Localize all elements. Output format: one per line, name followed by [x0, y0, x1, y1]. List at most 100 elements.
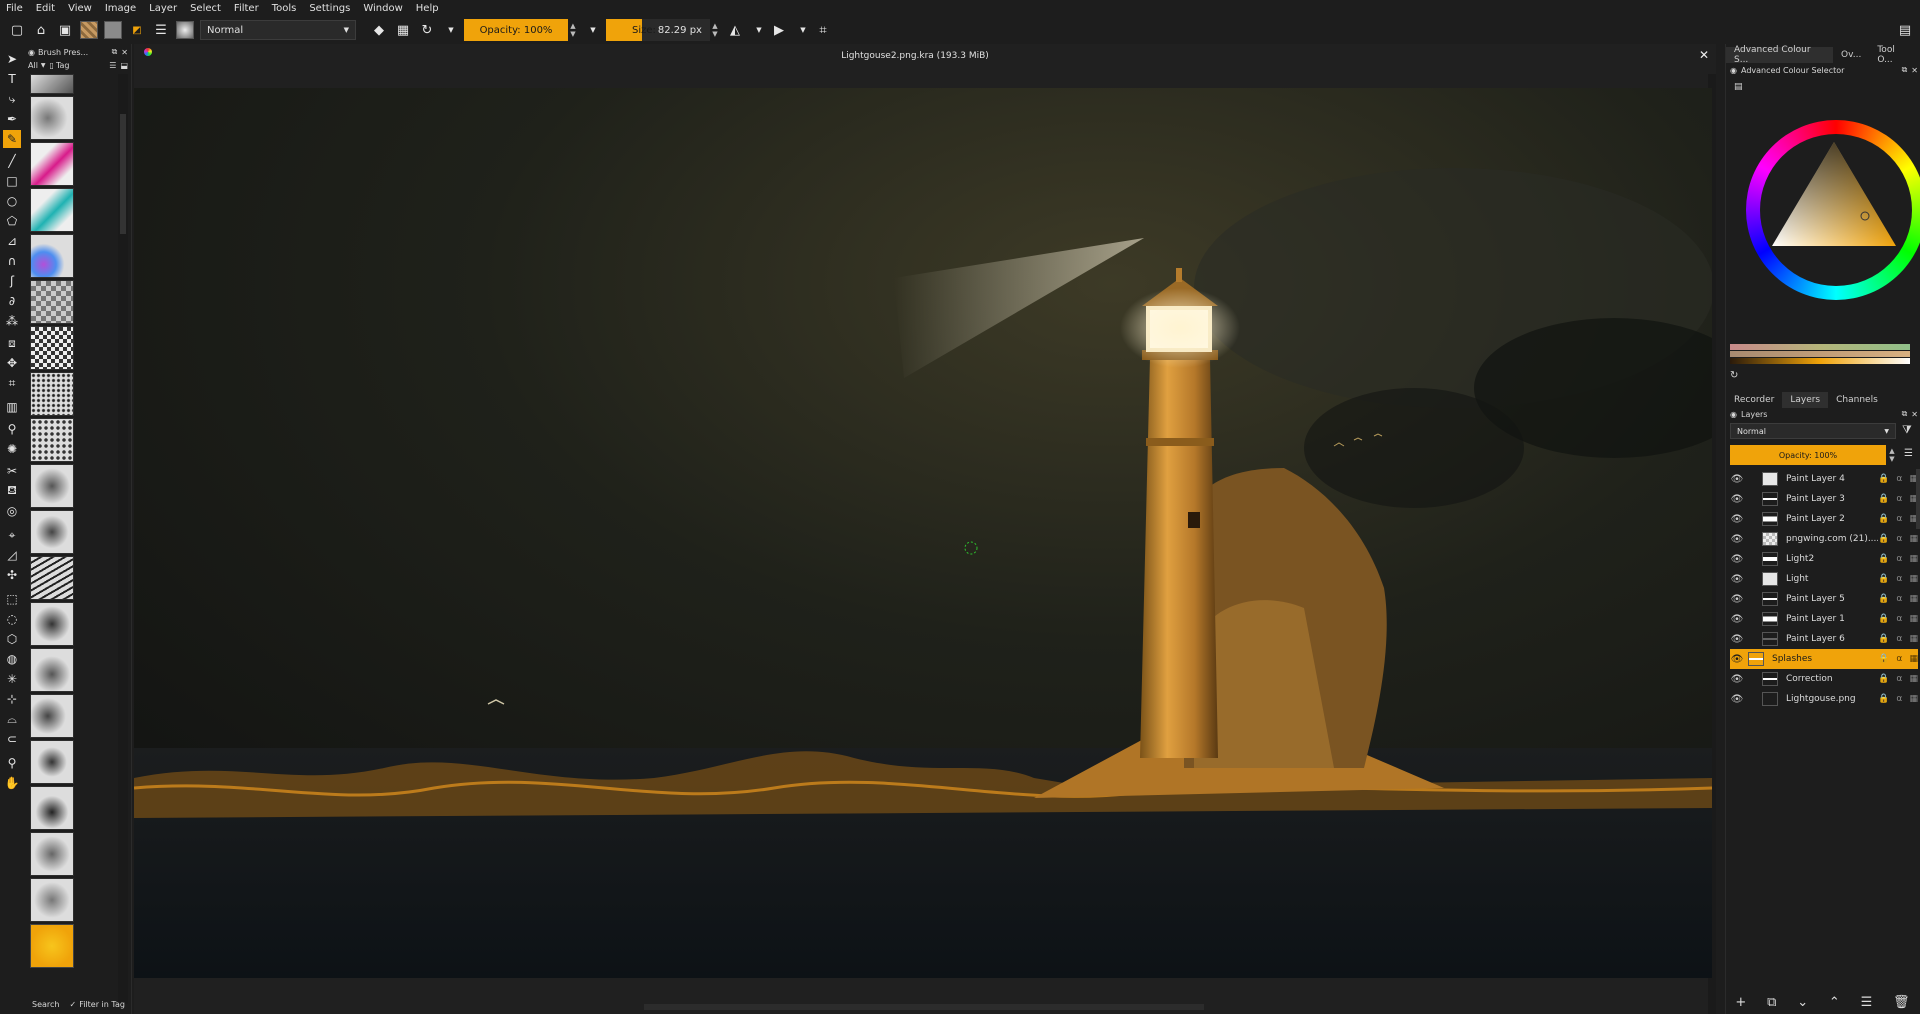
- outline-select-tool-icon[interactable]: ◍: [3, 650, 21, 668]
- layer-flags[interactable]: 🔒 α ▦: [1878, 574, 1918, 584]
- rectangle-tool-icon[interactable]: □: [3, 172, 21, 190]
- text-tool-icon[interactable]: T: [3, 70, 21, 88]
- layer-row[interactable]: 👁 Lightgouse.png 🔒 α ▦: [1730, 689, 1918, 709]
- eye-icon[interactable]: 👁: [1730, 594, 1744, 605]
- horizontal-scrollbar[interactable]: [644, 1004, 1204, 1010]
- layer-flags[interactable]: 🔒 α ▦: [1878, 554, 1918, 564]
- brush-preset-item[interactable]: [30, 142, 74, 186]
- delete-layer-icon[interactable]: 🗑: [1893, 995, 1910, 1010]
- opacity-spinner[interactable]: ▲ ▼: [568, 19, 578, 41]
- rect-select-tool-icon[interactable]: ⬚: [3, 590, 21, 608]
- brush-preset-item[interactable]: [30, 418, 74, 462]
- brush-preset-list[interactable]: [30, 74, 74, 1004]
- enclose-fill-tool-icon[interactable]: ◎: [3, 502, 21, 520]
- brush-preset-item[interactable]: [30, 464, 74, 508]
- tab-layers[interactable]: Layers: [1782, 392, 1829, 408]
- layer-flags[interactable]: 🔒 α ▦: [1878, 694, 1918, 704]
- eye-icon[interactable]: 👁: [1730, 474, 1744, 485]
- move-layer-down-icon[interactable]: ⌄: [1797, 995, 1808, 1010]
- tab-advanced-colour-selector[interactable]: Advanced Colour S...: [1726, 45, 1834, 65]
- opacity-field[interactable]: Opacity: 100%: [464, 19, 568, 41]
- size-field[interactable]: Size: 82.29 px: [606, 19, 710, 41]
- layer-flags[interactable]: 🔒 α ▦: [1878, 634, 1918, 644]
- close-icon[interactable]: ✕: [1699, 48, 1709, 62]
- brush-preset-item[interactable]: [30, 878, 74, 922]
- bezier-select-tool-icon[interactable]: ⌓: [3, 710, 21, 728]
- layer-row[interactable]: 👁 Correction 🔒 α ▦: [1730, 669, 1918, 689]
- open-document-icon[interactable]: ⌂: [32, 21, 50, 39]
- wrap-around-icon[interactable]: ⌗: [814, 21, 832, 39]
- fill-tool-icon[interactable]: ⛾: [3, 482, 21, 500]
- layer-row[interactable]: 👁 Paint Layer 3 🔒 α ▦: [1730, 489, 1918, 509]
- float-docker-icon[interactable]: ⧉: [112, 47, 118, 57]
- brush-preset-item[interactable]: [30, 234, 74, 278]
- zoom-tool-icon[interactable]: ⚲: [3, 754, 21, 772]
- eye-icon[interactable]: 👁: [1730, 494, 1744, 505]
- tab-recorder[interactable]: Recorder: [1726, 392, 1782, 408]
- brush-preset-item[interactable]: [30, 556, 74, 600]
- menu-select[interactable]: Select: [190, 3, 221, 14]
- dynamic-brush-tool-icon[interactable]: ∂: [3, 292, 21, 310]
- select-shapes-tool-icon[interactable]: ➤: [3, 50, 21, 68]
- smart-patch-tool-icon[interactable]: ✺: [3, 440, 21, 458]
- multibrush-tool-icon[interactable]: ⁂: [3, 312, 21, 330]
- edit-shapes-tool-icon[interactable]: ⤷: [3, 90, 21, 108]
- layer-flags[interactable]: 🔒 α ▦: [1878, 494, 1918, 504]
- eye-icon[interactable]: 👁: [1730, 654, 1744, 665]
- filter-in-tag-checkbox[interactable]: ✓: [69, 1000, 76, 1009]
- brush-preset-item[interactable]: [30, 832, 74, 876]
- layer-row[interactable]: 👁 Light2 🔒 α ▦: [1730, 549, 1918, 569]
- brush-preset-item[interactable]: [30, 648, 74, 692]
- import-preset-icon[interactable]: ⬓: [120, 61, 128, 70]
- pattern-swatch[interactable]: [80, 21, 98, 39]
- polygon-tool-icon[interactable]: ⬠: [3, 212, 21, 230]
- preset-filter-select[interactable]: All: [28, 61, 38, 70]
- move-layer-up-icon[interactable]: ⌃: [1829, 995, 1840, 1010]
- tab-channels[interactable]: Channels: [1828, 392, 1886, 408]
- eye-icon[interactable]: 👁: [1730, 634, 1744, 645]
- eye-icon[interactable]: 👁: [1730, 514, 1744, 525]
- move-tool-icon[interactable]: ✥: [3, 354, 21, 372]
- alpha-lock-icon[interactable]: ▦: [394, 21, 412, 39]
- brush-preset-item[interactable]: [30, 740, 74, 784]
- mirror-horizontal-icon[interactable]: ◭: [726, 21, 744, 39]
- view-mode-icon[interactable]: ☰: [109, 61, 116, 70]
- layer-flags[interactable]: 🔒 α ▦: [1878, 534, 1918, 544]
- close-icon[interactable]: ✕: [1911, 66, 1918, 75]
- refresh-icon[interactable]: ↻: [1730, 370, 1738, 381]
- menu-window[interactable]: Window: [363, 3, 402, 14]
- ellipse-select-tool-icon[interactable]: ◌: [3, 610, 21, 628]
- menu-view[interactable]: View: [68, 3, 92, 14]
- contiguous-select-tool-icon[interactable]: ✳: [3, 670, 21, 688]
- measure-tool-icon[interactable]: ⌖: [3, 526, 21, 544]
- layer-opacity-field[interactable]: Opacity: 100%: [1730, 445, 1886, 465]
- freehand-path-tool-icon[interactable]: ʃ: [3, 272, 21, 290]
- tab-tool-options[interactable]: Tool O...: [1869, 45, 1920, 65]
- brush-preset-preview[interactable]: [176, 21, 194, 39]
- gradient-swatch[interactable]: [104, 21, 122, 39]
- layer-row-selected[interactable]: 👁 Splashes 🔒 α ▦: [1730, 649, 1918, 669]
- color-value-bar[interactable]: [1730, 358, 1910, 364]
- docker-lock-icon[interactable]: ◉: [1730, 66, 1737, 75]
- workspace-icon[interactable]: ▤: [1896, 21, 1914, 39]
- brush-preset-item[interactable]: [30, 74, 74, 94]
- eye-icon[interactable]: 👁: [1730, 614, 1744, 625]
- eye-icon[interactable]: 👁: [1730, 674, 1744, 685]
- filter-icon[interactable]: ⧩: [1902, 423, 1912, 437]
- freehand-brush-tool-icon[interactable]: ✎: [3, 130, 21, 148]
- layer-row[interactable]: 👁 Paint Layer 4 🔒 α ▦: [1730, 469, 1918, 489]
- menu-image[interactable]: Image: [105, 3, 136, 14]
- brush-preset-item[interactable]: [30, 188, 74, 232]
- layer-flags[interactable]: 🔒 α ▦: [1878, 654, 1918, 664]
- brush-preset-item[interactable]: [30, 326, 74, 370]
- crop-tool-icon[interactable]: ⌗: [3, 374, 21, 392]
- color-shade-bar[interactable]: [1730, 351, 1910, 357]
- reload-preset-icon[interactable]: ↻: [418, 21, 436, 39]
- brush-preset-item[interactable]: [30, 372, 74, 416]
- menu-edit[interactable]: Edit: [36, 3, 55, 14]
- brush-preset-item[interactable]: [30, 786, 74, 830]
- chevron-down-icon[interactable]: ▼: [794, 21, 812, 39]
- layer-row[interactable]: 👁 Paint Layer 2 🔒 α ▦: [1730, 509, 1918, 529]
- bezier-tool-icon[interactable]: ∩: [3, 252, 21, 270]
- chevron-down-icon[interactable]: ▼: [750, 21, 768, 39]
